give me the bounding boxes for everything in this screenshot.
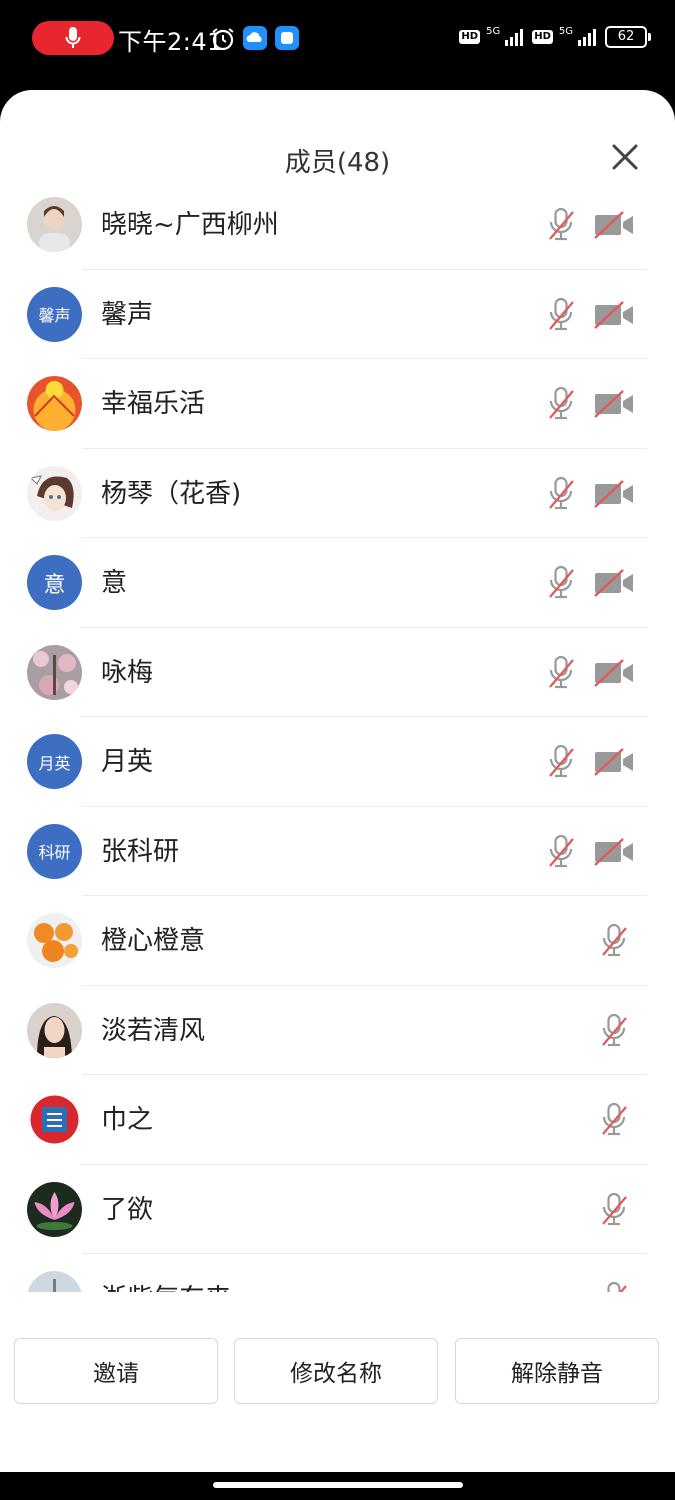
mic-muted-icon[interactable] bbox=[600, 1013, 628, 1049]
close-icon[interactable] bbox=[608, 140, 642, 174]
camera-off-icon[interactable] bbox=[593, 210, 635, 240]
microphone-icon bbox=[65, 27, 81, 48]
member-name: 张科研 bbox=[101, 836, 180, 867]
member-name: 淡若清风 bbox=[101, 1015, 206, 1046]
members-sheet: 成员(48) 晓晓~广西柳州 馨声 馨声 幸福乐活 杨琴（花香) 意意咏梅 月英 月英 科研 张科… bbox=[0, 90, 675, 1472]
member-name: 月英 bbox=[101, 747, 154, 777]
member-row[interactable]: 浙紫气东来 bbox=[0, 1254, 675, 1292]
camera-off-icon[interactable] bbox=[593, 747, 635, 777]
avatar bbox=[27, 1002, 82, 1058]
avatar bbox=[27, 644, 82, 700]
signal-bars-icon-2 bbox=[578, 29, 596, 46]
mic-muted-icon[interactable] bbox=[547, 386, 575, 422]
battery-indicator: 62 bbox=[605, 26, 651, 48]
mic-muted-icon[interactable] bbox=[547, 744, 575, 780]
member-name: 馨声 bbox=[101, 299, 154, 330]
member-name: 巾之 bbox=[101, 1105, 154, 1135]
member-name: 了欲 bbox=[101, 1194, 154, 1225]
mic-muted-icon[interactable] bbox=[547, 655, 575, 691]
recording-indicator[interactable] bbox=[32, 21, 114, 55]
member-row[interactable]: 科研 张科研 bbox=[0, 807, 675, 896]
avatar: 科研 bbox=[27, 823, 82, 879]
mic-muted-icon[interactable] bbox=[600, 1281, 628, 1292]
mic-muted-icon[interactable] bbox=[547, 476, 575, 512]
home-indicator[interactable] bbox=[213, 1482, 463, 1488]
member-name: 幸福乐活 bbox=[101, 389, 206, 419]
sheet-title: 成员(48) bbox=[284, 148, 391, 178]
member-name: 杨琴（花香) bbox=[101, 478, 242, 509]
action-bar: 邀请 修改名称 解除静音 bbox=[0, 1338, 675, 1408]
mic-muted-icon[interactable] bbox=[600, 1192, 628, 1228]
network-type-2: 5G bbox=[558, 25, 573, 37]
member-row[interactable]: 意意 bbox=[0, 538, 675, 628]
avatar: 馨声 bbox=[27, 286, 82, 342]
status-bar: 下午2:41 HD 5G HD 5G 62 bbox=[0, 0, 675, 80]
camera-off-icon[interactable] bbox=[593, 658, 635, 688]
member-name: 晓晓~广西柳州 bbox=[101, 210, 279, 240]
mic-muted-icon[interactable] bbox=[547, 834, 575, 870]
member-row[interactable]: 淡若清风 bbox=[0, 986, 675, 1075]
mic-muted-icon[interactable] bbox=[547, 565, 575, 601]
avatar bbox=[27, 1271, 82, 1292]
unmute-button[interactable]: 解除静音 bbox=[455, 1338, 659, 1404]
member-row[interactable]: 月英 月英 bbox=[0, 717, 675, 807]
navigation-bar bbox=[0, 1472, 675, 1500]
mic-muted-icon[interactable] bbox=[547, 207, 575, 243]
member-name: 咏梅 bbox=[101, 657, 154, 688]
member-name: 意 bbox=[101, 568, 128, 598]
camera-off-icon[interactable] bbox=[593, 389, 635, 419]
status-right: HD 5G HD 5G 62 bbox=[459, 25, 651, 48]
member-row[interactable]: 巾之 bbox=[0, 1075, 675, 1165]
avatar: 月英 bbox=[27, 734, 82, 789]
avatar bbox=[27, 1092, 82, 1147]
hd-badge: HD bbox=[459, 30, 481, 44]
avatar bbox=[27, 465, 82, 521]
camera-off-icon[interactable] bbox=[593, 837, 635, 867]
avatar: 意 bbox=[27, 555, 82, 610]
member-row[interactable]: 馨声 馨声 bbox=[0, 270, 675, 359]
member-row[interactable]: 杨琴（花香) bbox=[0, 449, 675, 538]
hd-badge-2: HD bbox=[532, 30, 553, 44]
signal-bars-icon bbox=[505, 29, 524, 46]
alarm-clock-icon bbox=[212, 28, 234, 51]
mic-muted-icon[interactable] bbox=[600, 923, 628, 959]
avatar bbox=[27, 376, 82, 431]
camera-off-icon[interactable] bbox=[593, 568, 635, 598]
member-row[interactable]: 晓晓~广西柳州 bbox=[0, 180, 675, 270]
member-row[interactable]: 咏梅 bbox=[0, 628, 675, 717]
status-time: 下午2:41 bbox=[118, 28, 223, 56]
network-type-1: 5G bbox=[486, 25, 501, 37]
invite-button[interactable]: 邀请 bbox=[14, 1338, 218, 1404]
message-app-icon bbox=[275, 26, 299, 50]
cloud-app-icon bbox=[243, 26, 267, 50]
avatar bbox=[27, 197, 82, 252]
camera-off-icon[interactable] bbox=[593, 479, 635, 509]
mic-muted-icon[interactable] bbox=[547, 297, 575, 333]
rename-button[interactable]: 修改名称 bbox=[234, 1338, 438, 1404]
member-name: 浙紫气东来 bbox=[101, 1278, 231, 1292]
avatar bbox=[27, 1181, 82, 1237]
member-row[interactable]: 橙心橙意 bbox=[0, 896, 675, 986]
avatar bbox=[27, 913, 82, 968]
member-row[interactable]: 幸福乐活 bbox=[0, 359, 675, 449]
member-row[interactable]: 了欲 bbox=[0, 1165, 675, 1254]
member-list[interactable]: 晓晓~广西柳州 馨声 馨声 幸福乐活 杨琴（花香) 意意咏梅 月英 月英 科研 张科研 橙心橙意 淡若… bbox=[0, 180, 675, 1292]
member-name: 橙心橙意 bbox=[101, 926, 206, 956]
camera-off-icon[interactable] bbox=[593, 300, 635, 330]
mic-muted-icon[interactable] bbox=[600, 1102, 628, 1138]
